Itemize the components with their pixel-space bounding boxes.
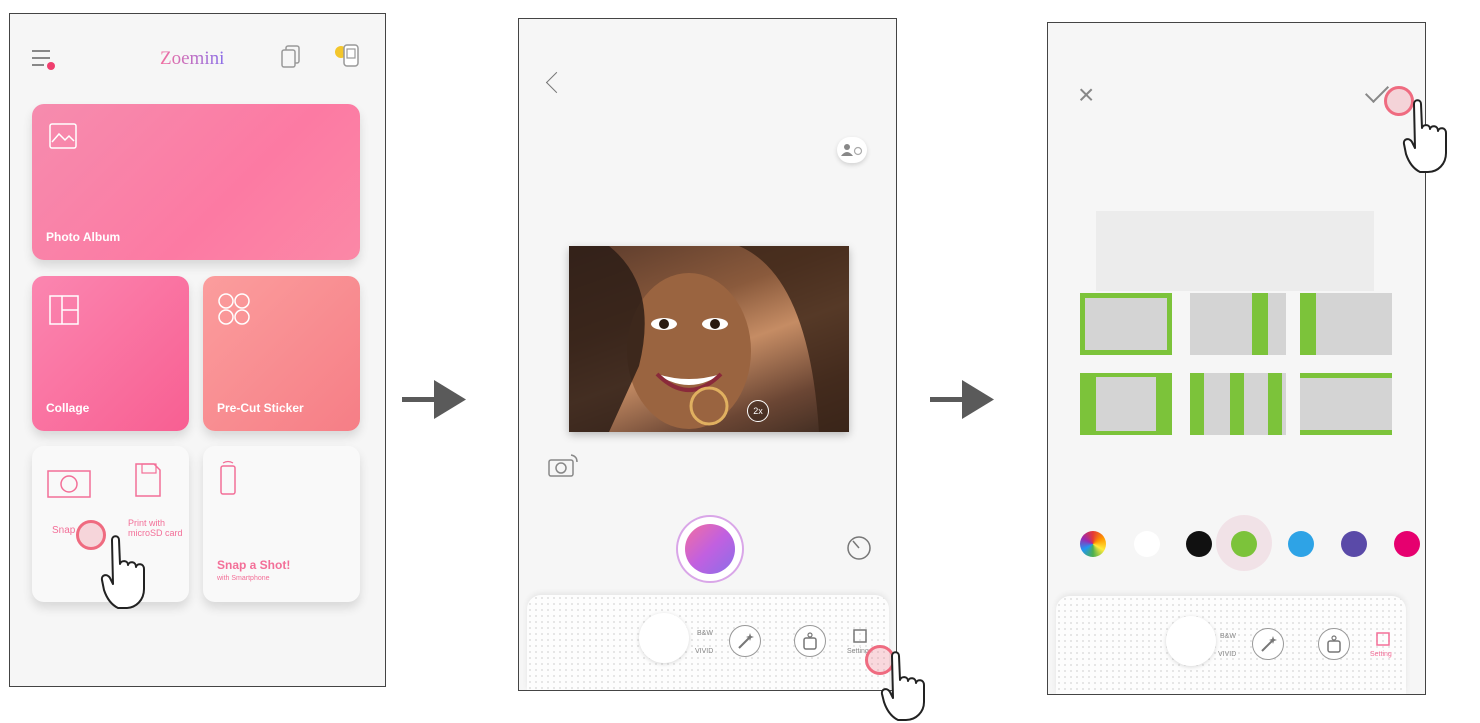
print-icon (803, 632, 817, 650)
color-white[interactable] (1134, 531, 1160, 557)
person-icon (841, 144, 863, 156)
print-button[interactable] (1318, 628, 1350, 660)
shutter-button[interactable] (678, 517, 742, 581)
vivid-label: VIVID (1218, 651, 1237, 658)
frame-option-top-bottom[interactable] (1300, 373, 1392, 435)
face-detect-button[interactable] (837, 137, 867, 163)
home-screen: Zoemini Photo Album Collage Pre-Cut Stic (9, 13, 386, 687)
color-blue[interactable] (1288, 531, 1314, 557)
printer-status-icon[interactable] (333, 42, 363, 70)
print-button[interactable] (794, 625, 826, 657)
sd-card-icon (135, 463, 161, 497)
frame-option-wide-sides[interactable] (1080, 373, 1172, 435)
preview-area (1096, 211, 1374, 291)
snap-a-shot-subtitle: with Smartphone (217, 575, 270, 582)
hand-pointer-icon (100, 535, 145, 609)
magic-wand-icon (1261, 636, 1277, 652)
frame-option-left-bar[interactable] (1300, 293, 1392, 355)
pre-cut-sticker-tile[interactable]: Pre-Cut Sticker (203, 276, 360, 431)
collage-label: Collage (46, 401, 90, 415)
setting-label: Setting (1370, 651, 1392, 658)
frame-option-split[interactable] (1190, 373, 1286, 435)
color-picker-multicolor[interactable] (1080, 531, 1106, 557)
sticker-icon (218, 293, 250, 325)
copy-icon[interactable] (280, 44, 302, 70)
filter-button[interactable] (729, 625, 761, 657)
magic-wand-icon (738, 633, 754, 649)
timer-icon[interactable] (845, 533, 873, 561)
menu-icon[interactable] (32, 50, 55, 70)
photo-album-label: Photo Album (46, 230, 121, 244)
setting-icon[interactable] (851, 627, 869, 645)
hand-pointer-icon (1402, 99, 1447, 173)
arrow-right-icon (402, 380, 466, 419)
portrait-photo (569, 246, 849, 432)
color-green[interactable] (1231, 531, 1257, 557)
bw-label: B&W (1220, 633, 1236, 640)
camera-switch-icon[interactable] (547, 453, 581, 479)
close-icon[interactable]: × (1078, 81, 1094, 109)
back-icon[interactable] (545, 71, 568, 94)
gallery-thumbnail[interactable] (639, 613, 689, 663)
image-icon (49, 123, 77, 149)
arrow-right-icon (930, 380, 994, 419)
snap-label: Snap (52, 525, 76, 536)
gallery-thumbnail[interactable] (1166, 616, 1216, 666)
color-magenta[interactable] (1394, 531, 1420, 557)
hand-pointer-icon (880, 651, 925, 721)
collage-tile[interactable]: Collage (32, 276, 189, 431)
color-black[interactable] (1186, 531, 1212, 557)
setting-icon[interactable] (1374, 630, 1392, 648)
zoom-indicator[interactable]: 2x (747, 400, 769, 422)
vivid-label: VIVID (695, 648, 714, 655)
filter-button[interactable] (1252, 628, 1284, 660)
pre-cut-sticker-label: Pre-Cut Sticker (217, 401, 304, 415)
smartphone-icon (220, 460, 236, 495)
photo-album-tile[interactable]: Photo Album (32, 104, 360, 260)
snap-a-shot-title: Snap a Shot! (217, 558, 291, 572)
snap-a-shot-tile[interactable]: Snap a Shot! with Smartphone (203, 446, 360, 602)
print-icon (1327, 635, 1341, 653)
color-purple[interactable] (1341, 531, 1367, 557)
camera-preview[interactable]: 2x (569, 246, 849, 432)
bw-label: B&W (697, 630, 713, 637)
camera-screen: 2x B&W VIVID Setting (518, 18, 897, 691)
app-logo: Zoemini (160, 48, 225, 69)
collage-icon (49, 295, 79, 325)
frame-option-border[interactable] (1080, 293, 1172, 355)
frame-edit-screen: × B&W VIVID Setting (1047, 22, 1426, 695)
bottom-toolbar: B&W VIVID Setting (527, 595, 889, 690)
frame-option-right-bar[interactable] (1190, 293, 1286, 355)
bottom-toolbar: B&W VIVID Setting (1056, 596, 1406, 694)
camera-icon (47, 470, 91, 498)
